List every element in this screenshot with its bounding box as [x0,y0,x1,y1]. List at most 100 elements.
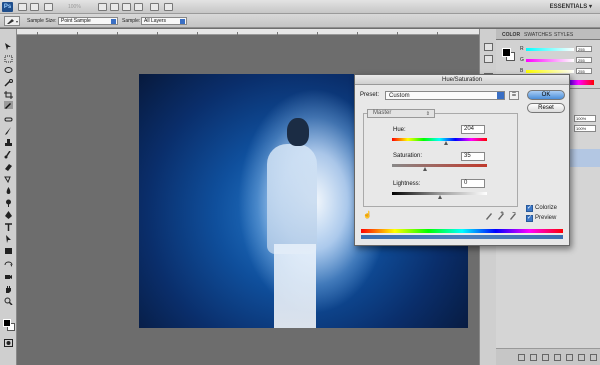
tab-swatches[interactable]: SWATCHES [524,32,552,38]
ok-button[interactable]: OK [527,90,565,100]
view-extras-icon[interactable] [44,3,53,11]
history-panel-icon[interactable] [484,43,493,51]
layer-fill-field[interactable]: 100% [574,125,596,132]
preview-checkbox[interactable]: ✓ [526,215,533,222]
mini-bridge-icon[interactable] [30,3,39,11]
adjustment-layer-icon[interactable] [554,354,561,361]
eyedropper-tool-preset[interactable] [4,16,20,26]
new-layer-icon[interactable] [578,354,585,361]
rectangle-tool-icon[interactable] [4,247,13,255]
tab-color[interactable]: COLOR [502,32,520,38]
hue-input[interactable]: 204 [461,125,485,134]
blur-tool-icon[interactable] [4,187,13,195]
sample-size-select[interactable]: Point Sample [58,17,118,25]
blue-channel-slider[interactable] [526,70,574,73]
delete-layer-icon[interactable] [590,354,597,361]
colorize-checkbox[interactable]: ✓ [526,205,533,212]
red-channel-label: R [520,46,524,52]
rotate-view-icon[interactable] [122,3,131,11]
canvas-figure-head [287,118,309,146]
preset-options-button[interactable]: ☰ [509,91,519,100]
options-bar: Sample Size: Point Sample Sample: All La… [0,14,600,28]
gradient-tool-icon[interactable] [4,175,13,183]
chevron-updown-icon: ⇕ [425,111,430,117]
color-foreground-swatch[interactable] [502,48,511,57]
history-brush-tool-icon[interactable] [4,151,13,159]
input-color-bar [361,229,563,233]
pen-tool-icon[interactable] [4,211,13,219]
link-layers-icon[interactable] [518,354,525,361]
reset-button[interactable]: Reset [527,103,565,113]
saturation-label: Saturation: [393,153,423,159]
move-tool-icon[interactable] [4,43,13,51]
type-tool-icon[interactable] [4,223,13,231]
eyedropper-subtract-icon[interactable] [509,211,517,220]
chevron-down-icon [180,19,185,24]
green-channel-slider[interactable] [526,59,574,62]
quick-selection-tool-icon[interactable] [4,79,13,87]
preset-value: Custom [389,93,410,99]
healing-brush-tool-icon[interactable] [4,115,13,123]
lightness-label: Lightness: [393,181,421,187]
3d-rotate-tool-icon[interactable] [4,261,13,269]
horizontal-ruler [17,29,479,35]
hue-slider[interactable] [392,138,487,141]
canvas-figure-legs [274,244,316,328]
crop-tool-icon[interactable] [4,91,13,99]
eraser-tool-icon[interactable] [4,163,13,171]
new-group-icon[interactable] [566,354,573,361]
3d-camera-tool-icon[interactable] [4,273,13,281]
output-color-bar [361,235,563,239]
clone-stamp-tool-icon[interactable] [4,139,13,147]
range-select[interactable]: Master ⇕ [367,109,435,118]
zoom-tool-icon[interactable] [110,3,119,11]
chevron-down-icon [111,19,116,24]
layer-style-icon[interactable] [530,354,537,361]
sample-label: Sample: [122,18,141,24]
targeted-adjustment-icon[interactable]: ☝ [363,212,372,220]
red-channel-slider[interactable] [526,48,574,51]
eyedropper-tool-icon[interactable] [4,101,13,109]
zoom-tool-icon[interactable] [4,297,13,305]
colorize-label: Colorize [535,205,558,211]
tab-styles[interactable]: STYLES [554,32,573,38]
hue-slider-thumb[interactable] [444,141,448,145]
quick-mask-icon[interactable] [4,339,13,347]
app-bar: Ps 100% ESSENTIALS ▾ [0,0,600,14]
preset-select[interactable]: Custom [385,91,505,100]
sample-size-label: Sample Size: [27,18,57,24]
saturation-slider-thumb[interactable] [423,167,427,171]
lightness-slider-thumb[interactable] [438,195,442,199]
bridge-icon[interactable] [18,3,27,11]
arrange-documents-icon[interactable] [150,3,159,11]
color-panel-tabs: COLOR SWATCHES STYLES [496,29,600,40]
eyedropper-icon[interactable] [485,211,493,220]
lasso-tool-icon[interactable] [4,67,13,75]
path-selection-tool-icon[interactable] [4,235,13,243]
zoom-level[interactable]: 100% [68,3,94,11]
layer-mask-icon[interactable] [542,354,549,361]
foreground-color-swatch[interactable] [3,319,11,327]
green-channel-value[interactable]: 255 [576,57,592,63]
brush-tool-icon[interactable] [4,127,13,135]
dodge-tool-icon[interactable] [4,199,13,207]
screen-mode-icon[interactable] [164,3,173,11]
range-value: Master [373,110,392,116]
red-channel-value[interactable]: 255 [576,46,592,52]
hand-tool-icon[interactable] [98,3,107,11]
tools-panel [0,29,17,365]
lightness-input[interactable]: 0 [461,179,485,188]
sample-select[interactable]: All Layers [141,17,187,25]
grid-icon[interactable] [134,3,143,11]
hue-label: Hue: [393,127,406,133]
hand-tool-icon[interactable] [4,285,13,293]
actions-panel-icon[interactable] [484,55,493,63]
marquee-tool-icon[interactable] [4,55,13,63]
layer-opacity-field[interactable]: 100% [574,115,596,122]
blue-channel-value[interactable]: 255 [576,68,592,74]
dialog-title: Hue/Saturation [355,75,569,85]
eyedropper-add-icon[interactable] [497,211,505,220]
saturation-input[interactable]: 35 [461,152,485,161]
workspace-switcher[interactable]: ESSENTIALS ▾ [550,3,592,11]
saturation-slider[interactable] [392,164,487,167]
